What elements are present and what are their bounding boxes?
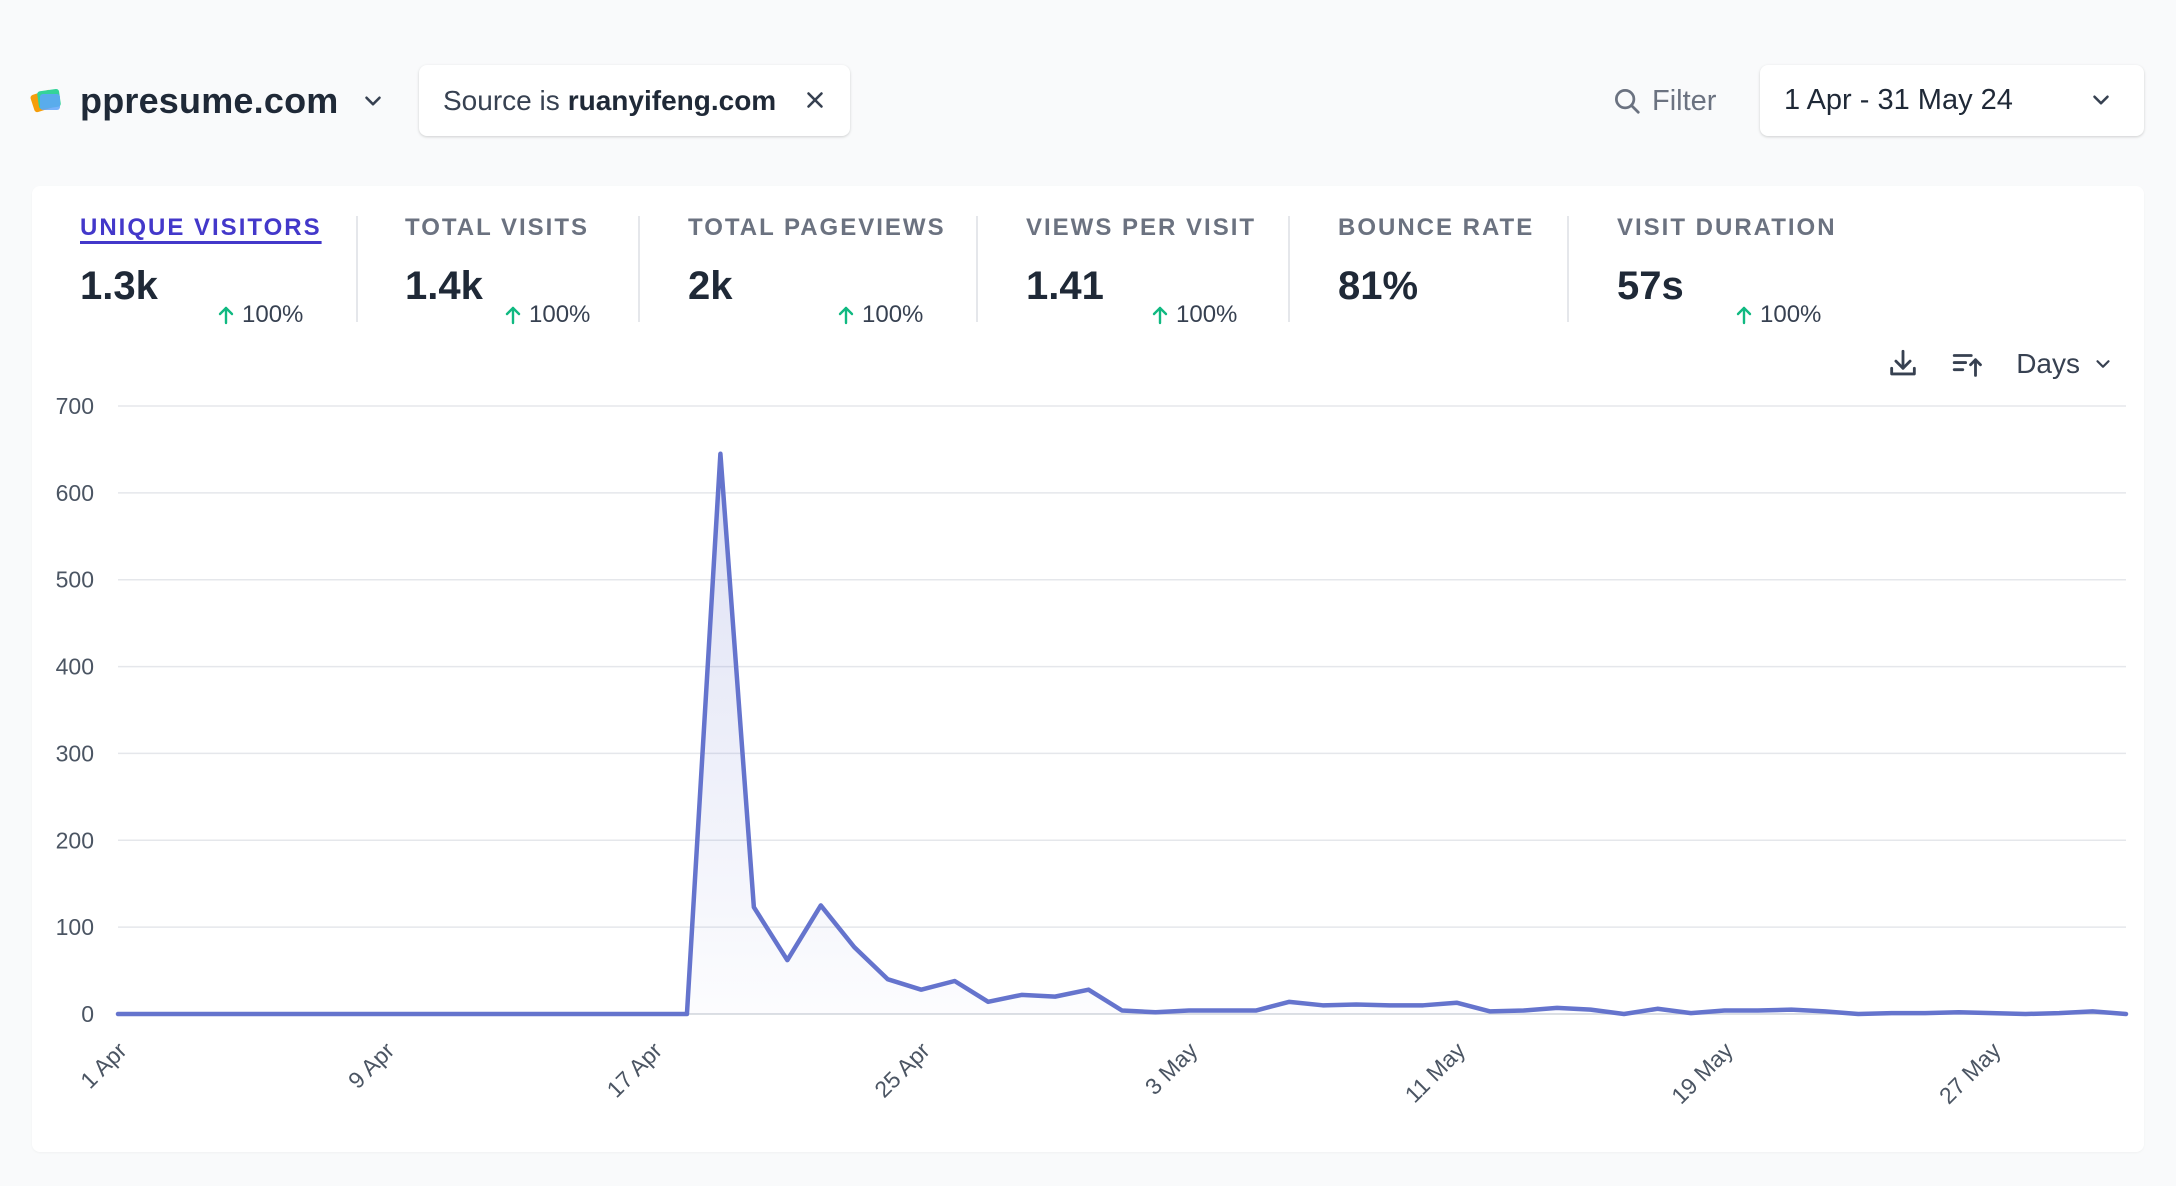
y-tick-label: 600	[56, 480, 94, 506]
y-tick-label: 200	[56, 827, 94, 853]
chevron-down-icon	[2093, 95, 2109, 105]
site-switcher[interactable]: ppresume.com	[30, 78, 386, 124]
search-icon	[1615, 89, 1640, 114]
x-tick-label: 17 Apr	[602, 1037, 668, 1103]
date-range-picker[interactable]: 1 Apr - 31 May 24	[1760, 65, 2144, 136]
y-tick-label: 400	[56, 654, 94, 680]
close-icon[interactable]	[802, 87, 828, 113]
active-filter-pill[interactable]: Source is ruanyifeng.com	[419, 65, 850, 136]
x-tick-label: 11 May	[1400, 1037, 1471, 1108]
x-tick-label: 1 Apr	[75, 1037, 132, 1094]
top-bar: ppresume.com Source is ruanyifeng.com Fi…	[0, 0, 2176, 170]
x-tick-label: 27 May	[1934, 1037, 2006, 1109]
x-tick-label: 9 Apr	[343, 1037, 400, 1094]
y-tick-label: 100	[56, 914, 94, 940]
series-area	[118, 453, 2126, 1014]
filter-button[interactable]: Filter	[1612, 78, 1716, 124]
y-tick-label: 700	[56, 393, 94, 419]
x-tick-label: 3 May	[1140, 1037, 1203, 1100]
filter-value: ruanyifeng.com	[567, 84, 777, 116]
date-range-label: 1 Apr - 31 May 24	[1784, 84, 2013, 116]
site-name: ppresume.com	[80, 80, 339, 121]
site-logo-icon	[30, 88, 61, 113]
series-line	[115, 451, 2129, 1017]
x-tick-label: 19 May	[1666, 1037, 1738, 1109]
y-tick-label: 0	[81, 1001, 94, 1027]
y-tick-label: 500	[56, 567, 94, 593]
visitors-line-chart[interactable]: 0 100 200 300 400 500 600 700 1 Apr 9 Apr 17 Apr 25…	[32, 186, 2144, 1152]
filter-label: Source is	[443, 84, 560, 116]
visitors-graph-card: UNIQUE VISITORS 1.3k 100% TOTAL VISITS 1…	[32, 186, 2144, 1152]
chevron-down-icon[interactable]	[360, 88, 386, 114]
filter-button-label: Filter	[1652, 84, 1717, 117]
x-tick-label: 25 Apr	[869, 1037, 935, 1103]
y-tick-label: 300	[56, 740, 94, 766]
